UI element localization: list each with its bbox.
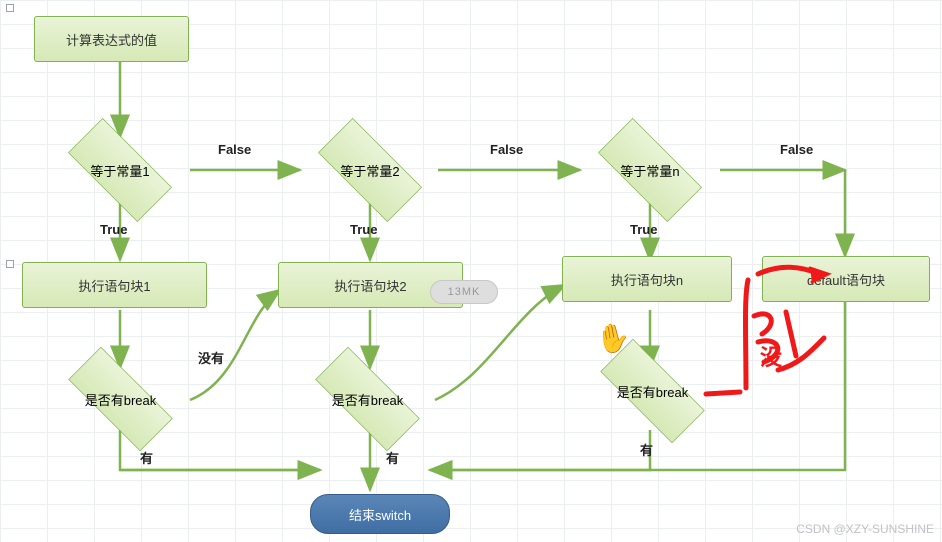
edge-label-false-2: False [490, 142, 523, 157]
terminal-end: 结束switch [310, 494, 450, 534]
process-start: 计算表达式的值 [34, 16, 189, 62]
edge-label-false-n: False [780, 142, 813, 157]
edge-label-yes-2: 有 [386, 448, 399, 467]
decision-const-2: 等于常量2 [300, 135, 440, 205]
process-start-label: 计算表达式的值 [66, 30, 157, 49]
annotation-red-text: 没 [760, 340, 782, 372]
process-exec-n-label: 执行语句块n [611, 270, 683, 289]
decision-const-2-label: 等于常量2 [340, 161, 399, 180]
decision-const-1: 等于常量1 [50, 135, 190, 205]
process-exec-2-label: 执行语句块2 [334, 276, 406, 295]
overlay-pill: 13MK [430, 280, 498, 304]
edge-label-yes-1: 有 [140, 448, 153, 467]
terminal-end-label: 结束switch [349, 505, 411, 524]
edge-label-no-1: 没有 [198, 348, 224, 367]
edge-label-true-n: True [630, 222, 657, 237]
decision-const-1-label: 等于常量1 [90, 161, 149, 180]
edge-label-true-2: True [350, 222, 377, 237]
edge-label-false-1: False [218, 142, 251, 157]
decision-break-n-label: 是否有break [617, 382, 689, 401]
decision-break-2: 是否有break [295, 366, 440, 432]
overlay-pill-text: 13MK [448, 286, 481, 298]
decision-break-2-label: 是否有break [332, 390, 404, 409]
edge-label-yes-n: 有 [640, 440, 653, 459]
decision-break-1: 是否有break [48, 366, 193, 432]
annotation-red-scribble [700, 258, 900, 418]
decision-const-n: 等于常量n [580, 135, 720, 205]
process-exec-1-label: 执行语句块1 [78, 276, 150, 295]
process-exec-1: 执行语句块1 [22, 262, 207, 308]
watermark: CSDN @XZY-SUNSHINE [796, 522, 934, 536]
decision-break-1-label: 是否有break [85, 390, 157, 409]
decision-const-n-label: 等于常量n [620, 161, 679, 180]
edge-label-true-1: True [100, 222, 127, 237]
cursor-hand-icon: ✋ [593, 319, 633, 358]
